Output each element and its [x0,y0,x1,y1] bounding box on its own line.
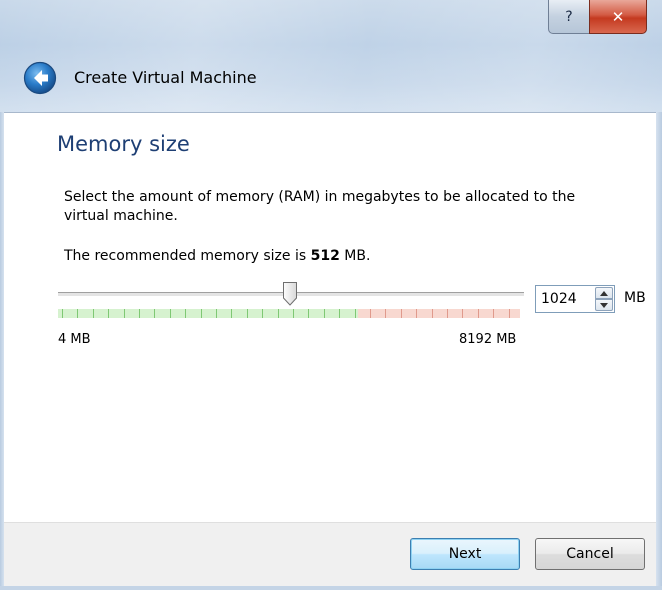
slider-tick [201,309,202,318]
spin-down-button[interactable] [595,299,613,311]
recommended-value: 512 [310,248,340,264]
safe-range-band [58,309,358,318]
memory-size-input[interactable] [536,286,594,312]
slider-tick [185,309,186,318]
window-frame-bottom [0,586,662,590]
slider-tick [447,309,448,318]
wizard-page: Memory size Select the amount of memory … [0,112,662,523]
warning-range-band [358,309,520,318]
slider-tick [385,309,386,318]
slider-tick [478,309,479,318]
recommend-suffix: MB. [339,248,371,264]
chevron-up-icon [600,290,608,296]
slider-tick [401,309,402,318]
slider-tick [355,309,356,318]
slider-tick [247,309,248,318]
memory-unit-label: MB [624,290,646,306]
slider-min-label: 4 MB [58,332,91,347]
slider-tick [278,309,279,318]
slider-tick [216,309,217,318]
slider-tick [124,309,125,318]
slider-tick [262,309,263,318]
slider-tick [462,309,463,318]
create-vm-dialog: ? ✕ Create Virtual Machine Memory size S… [0,0,662,590]
slider-tick [170,309,171,318]
help-icon: ? [565,8,573,25]
slider-thumb-icon [283,282,298,306]
slider-tick [62,309,63,318]
button-bar: Next Cancel [0,522,662,590]
cancel-button[interactable]: Cancel [535,538,645,570]
slider-thumb[interactable] [282,281,298,307]
spin-up-button[interactable] [595,287,613,299]
recommended-memory-text: The recommended memory size is 512 MB. [64,248,370,264]
recommend-prefix: The recommended memory size is [64,248,311,264]
memory-slider[interactable] [58,281,524,321]
back-arrow-icon [23,61,57,95]
chevron-down-icon [600,302,608,308]
slider-tick [493,309,494,318]
slider-tick [339,309,340,318]
next-button[interactable]: Next [410,538,520,570]
window-frame-left [0,112,4,590]
slider-tick [432,309,433,318]
slider-tick [77,309,78,318]
memory-spinbox[interactable] [535,285,615,313]
slider-tick [231,309,232,318]
close-button[interactable]: ✕ [589,0,647,34]
window-title: Create Virtual Machine [74,68,257,87]
page-description: Select the amount of memory (RAM) in meg… [64,189,576,224]
window-frame-right [656,112,662,590]
back-button[interactable] [23,61,57,95]
slider-tick [93,309,94,318]
slider-tick [293,309,294,318]
page-heading: Memory size [57,132,190,156]
slider-max-label: 8192 MB [459,332,517,347]
slider-tick [324,309,325,318]
close-icon: ✕ [611,7,625,26]
help-button[interactable]: ? [548,0,590,34]
slider-tick [308,309,309,318]
slider-tick [108,309,109,318]
slider-tick [416,309,417,318]
slider-tick [370,309,371,318]
slider-tick [154,309,155,318]
slider-tick [139,309,140,318]
slider-tick [509,309,510,318]
